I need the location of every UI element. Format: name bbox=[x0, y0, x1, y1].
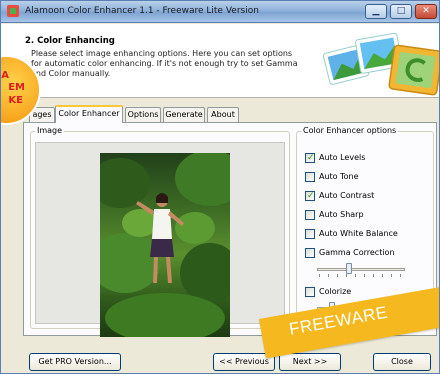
image-preview-area bbox=[35, 142, 285, 337]
photos-stack-icon bbox=[322, 32, 439, 96]
get-pro-version-button[interactable]: Get PRO Version... bbox=[29, 353, 121, 371]
title-bar[interactable]: Alamoon Color Enhancer 1.1 - Freeware Li… bbox=[1, 1, 439, 23]
wizard-header: 2. Color Enhancing Please select image e… bbox=[1, 24, 439, 98]
step-title: 2. Color Enhancing bbox=[25, 36, 115, 46]
auto-sharp-checkbox[interactable] bbox=[305, 210, 315, 220]
minimize-button[interactable]: ▁ bbox=[365, 4, 387, 19]
tab-strip: ages Color Enhancer Options Generate Abo… bbox=[1, 105, 439, 123]
auto-levels-label: Auto Levels bbox=[319, 153, 366, 162]
gamma-slider-track[interactable] bbox=[317, 268, 405, 271]
promo-badge-line: EM bbox=[8, 82, 25, 93]
next-button[interactable]: Next >> bbox=[279, 353, 341, 371]
auto-sharp-label: Auto Sharp bbox=[319, 210, 364, 219]
tab-color-enhancer[interactable]: Color Enhancer bbox=[55, 105, 123, 123]
gamma-slider-thumb[interactable] bbox=[346, 263, 352, 274]
window-title: Alamoon Color Enhancer 1.1 - Freeware Li… bbox=[25, 6, 259, 16]
auto-white-balance-checkbox[interactable] bbox=[305, 229, 315, 239]
gamma-correction-checkbox[interactable] bbox=[305, 248, 315, 258]
auto-contrast-checkbox[interactable] bbox=[305, 190, 315, 202]
auto-contrast-label: Auto Contrast bbox=[319, 191, 375, 200]
auto-white-balance-label: Auto White Balance bbox=[319, 229, 398, 238]
step-description: Please select image enhancing options. H… bbox=[31, 49, 298, 78]
app-icon bbox=[7, 5, 19, 17]
gamma-correction-label: Gamma Correction bbox=[319, 248, 395, 257]
maximize-button[interactable]: □ bbox=[390, 4, 412, 19]
image-group-label: Image bbox=[35, 126, 65, 135]
promo-badge-line: A bbox=[1, 70, 9, 81]
image-group: Image bbox=[30, 126, 290, 337]
promo-badge-line: KE bbox=[8, 95, 23, 106]
tab-generate[interactable]: Generate bbox=[163, 107, 205, 122]
app-window: Alamoon Color Enhancer 1.1 - Freeware Li… bbox=[0, 0, 440, 374]
tab-about[interactable]: About bbox=[207, 107, 239, 122]
close-button[interactable]: Close bbox=[373, 353, 431, 371]
tab-options[interactable]: Options bbox=[125, 107, 161, 122]
preview-photo bbox=[100, 153, 230, 337]
colorize-checkbox[interactable] bbox=[305, 287, 315, 297]
options-group-label: Color Enhancer options bbox=[301, 126, 399, 135]
colorize-label: Colorize bbox=[319, 287, 352, 296]
auto-tone-checkbox[interactable] bbox=[305, 172, 315, 182]
auto-tone-label: Auto Tone bbox=[319, 172, 359, 181]
auto-levels-checkbox[interactable] bbox=[305, 152, 315, 164]
close-window-button[interactable]: ✕ bbox=[415, 4, 437, 19]
gamma-slider-ticks bbox=[319, 274, 403, 277]
gamma-slider[interactable] bbox=[317, 263, 405, 277]
